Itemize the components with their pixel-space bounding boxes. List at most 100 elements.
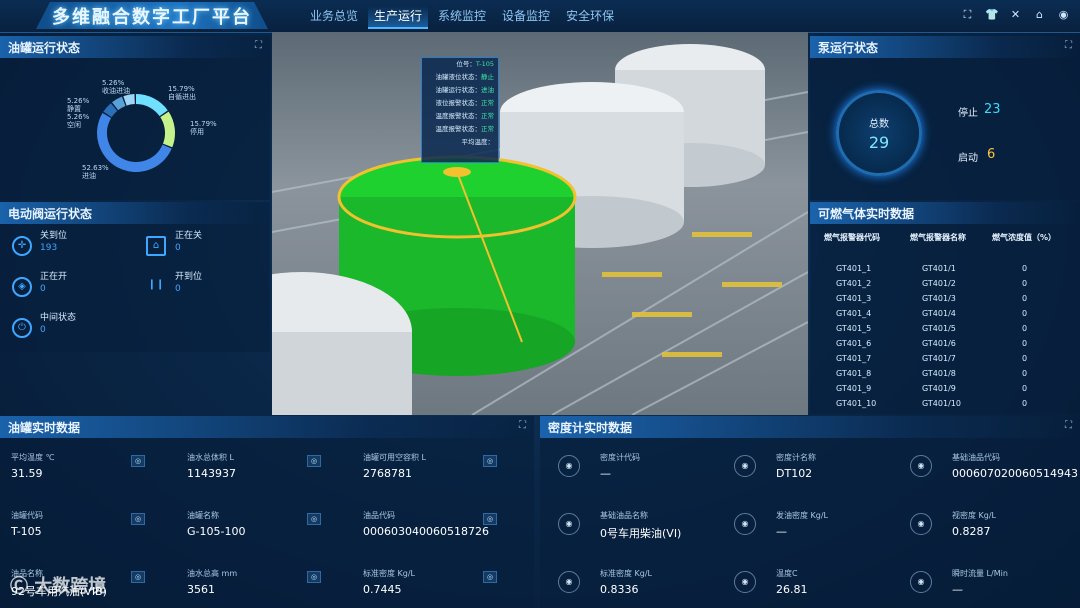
pump-stop-label: 停止 [958,108,978,119]
donut-label: 5.26% 空闲 [67,113,90,129]
field-value: 0号车用柴油(VI) [600,527,682,540]
gas-cell: 0 [1022,369,1028,378]
gas-table-row: GT401_3 GT401/3 0 [818,294,1068,309]
tank-data-cell: 油罐名称 G-105-100 [187,510,245,538]
donut-slice [123,94,136,106]
pump-run-label: 启动 [958,153,978,164]
meter-icon: ◉ [558,513,580,535]
pump-total-ring: 总数 29 [836,90,922,176]
gas-cell: 0 [1022,324,1028,333]
gauge-icon: ◎ [131,571,145,583]
donut-slice [135,94,168,117]
field-value: 000603040060518726 [363,525,489,538]
home-icon[interactable]: ⌂ [1033,8,1046,21]
3d-tank-scene[interactable] [272,32,808,415]
panel-title: 密度计实时数据 [548,421,633,435]
gas-table-row: GT401_7 GT401/7 0 [818,354,1068,369]
tab-overview[interactable]: 业务总览 [304,6,364,27]
donut-slice [97,112,172,172]
field-value: 1143937 [187,467,236,480]
density-data-cell: 标准密度 Kg/L 0.8336 [600,568,652,596]
gas-table-row: GT401_1 GT401/1 0 [818,264,1068,279]
gas-cell: GT401_10 [836,399,877,408]
field-label: 油品代码 [363,511,395,520]
field-label: 油罐名称 [187,511,219,520]
title-banner: 多维融合数字工厂平台 [36,2,268,29]
gauge-icon: ◎ [307,571,321,583]
field-label: 视密度 Kg/L [952,511,997,520]
expand-icon[interactable]: ⛶ [519,420,526,431]
meter-icon: ◉ [910,571,932,593]
gas-table-row: GT401_9 GT401/9 0 [818,384,1068,399]
gas-cell: 0 [1022,309,1028,318]
popup-row: 温度报警状态：正常 [435,125,495,133]
panel-title: 可燃气体实时数据 [818,207,915,221]
field-label: 油水总高 mm [187,569,238,578]
meter-icon: ◉ [910,513,932,535]
tank-illustration [272,44,808,415]
eye-icon[interactable]: ◉ [1057,8,1070,21]
donut-label: 5.26% 收油进油 [102,79,130,95]
pause-icon: ❙❙ [147,279,165,290]
density-data-cell: 视密度 Kg/L 0.8287 [952,510,996,538]
panel-header: 可燃气体实时数据 [810,202,1080,224]
popup-row: 油罐运行状态：进油 [435,86,495,94]
gas-cell: GT401_9 [836,384,872,393]
donut-label: 15.79% 停用 [190,120,217,136]
tab-safety[interactable]: 安全环保 [560,6,620,27]
tank-status-donut [97,94,175,172]
fullscreen-icon[interactable]: ⛶ [961,8,974,21]
valve-value: 0 [40,284,46,294]
field-label: 温度C [776,569,798,578]
gas-table-row: GT401_10 GT401/10 0 [818,399,1068,414]
panel-header: 密度计实时数据 ⛶ [540,416,1080,438]
popup-row: 位号：T-105 [456,60,494,68]
popup-row: 液位报警状态：正常 [435,99,495,107]
tab-production[interactable]: 生产运行 [368,6,429,29]
donut-slice [160,111,175,148]
gas-cell: GT401_2 [836,279,872,288]
valve-label: 中间状态 [40,313,77,323]
app-title: 多维融合数字工厂平台 [52,6,252,28]
gas-cell: GT401_7 [836,354,872,363]
field-value: 0.8287 [952,525,991,538]
gas-header-value: 燃气浓度值（%） [992,233,1057,242]
tank-data-cell: 油罐可用空容积 L 2768781 [363,452,426,480]
field-value: 000607020060514943 [952,467,1078,480]
field-value: — [776,525,787,538]
gas-table-row: GT401_4 GT401/4 0 [818,309,1068,324]
field-label: 平均温度 ℃ [11,453,55,462]
donut-label: 15.79% 自循进出 [168,85,196,101]
gas-cell: GT401/2 [922,279,956,288]
donut-label: 5.26% 静置 [67,97,90,113]
tab-system[interactable]: 系统监控 [432,6,492,27]
gauge-icon: ◎ [483,513,497,525]
gas-cell: GT401_5 [836,324,872,333]
close-icon[interactable]: ✕ [1009,8,1022,21]
field-label: 基础油品名称 [600,511,648,520]
meter-icon: ◉ [558,455,580,477]
expand-icon[interactable]: ⛶ [1065,420,1072,431]
gas-cell: GT401/9 [922,384,956,393]
field-label: 油水总体积 L [187,453,234,462]
gas-table-row: GT401_6 GT401/6 0 [818,339,1068,354]
gas-cell: GT401/7 [922,354,956,363]
tank-data-cell: 油水总体积 L 1143937 [187,452,236,480]
density-data-cell: 温度C 26.81 [776,568,808,596]
expand-icon[interactable]: ⛶ [255,40,262,51]
panel-header: 油罐运行状态 ⛶ [0,36,270,58]
gas-cell: 0 [1022,279,1028,288]
expand-icon[interactable]: ⛶ [1065,40,1072,51]
gas-cell: 0 [1022,339,1028,348]
density-data-cell: 密度计名称 DT102 [776,452,816,480]
shirt-icon[interactable]: 👕 [985,8,999,21]
field-label: 密度计代码 [600,453,640,462]
tank-data-cell: 油品代码 000603040060518726 [363,510,489,538]
popup-row: 温度报警状态：正常 [435,112,495,120]
gas-cell: GT401_8 [836,369,872,378]
panel-title: 油罐运行状态 [8,41,81,55]
field-value: DT102 [776,467,813,480]
pump-run-value: 6 [987,147,996,162]
tab-equipment[interactable]: 设备监控 [496,6,556,27]
popup-row: 平均温度： [461,138,495,146]
